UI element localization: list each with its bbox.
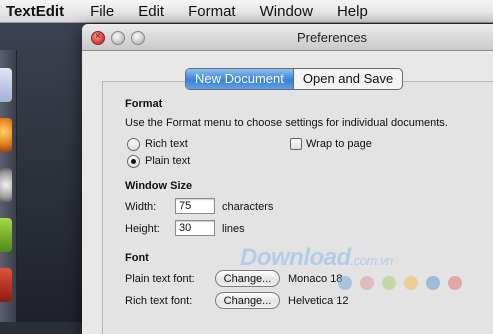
plain-font-value: Monaco 18: [288, 273, 343, 285]
wrap-to-page-checkbox[interactable]: [290, 138, 302, 150]
format-description: Use the Format menu to choose settings f…: [125, 117, 448, 129]
font-heading: Font: [125, 252, 149, 264]
app-dock-icon-green[interactable]: [0, 218, 12, 252]
width-label: Width:: [125, 201, 157, 213]
finder-dock-icon[interactable]: [0, 68, 12, 102]
window-size-heading: Window Size: [125, 180, 193, 192]
file-menu[interactable]: File: [90, 3, 114, 20]
app-menu[interactable]: TextEdit: [6, 3, 64, 20]
watermark-dot: [448, 276, 462, 290]
rich-font-value: Helvetica 12: [288, 295, 349, 307]
app-dock-icon-red[interactable]: [0, 268, 12, 302]
tab-open-and-save[interactable]: Open and Save: [294, 69, 402, 89]
height-unit: lines: [222, 223, 245, 235]
watermark-logo: Download.com.vn: [240, 244, 393, 272]
plain-font-label: Plain text font:: [125, 273, 195, 285]
rich-font-change-button[interactable]: Change...: [215, 292, 280, 309]
title-bar[interactable]: × Preferences: [82, 24, 493, 51]
format-menu[interactable]: Format: [188, 3, 236, 20]
watermark-dot: [404, 276, 418, 290]
watermark-dot: [338, 276, 352, 290]
settings-panel: Format Use the Format menu to choose set…: [102, 81, 493, 334]
rich-text-label[interactable]: Rich text: [145, 138, 188, 150]
rich-text-radio[interactable]: [127, 138, 140, 151]
tab-new-document[interactable]: New Document: [186, 69, 294, 89]
plain-text-label[interactable]: Plain text: [145, 155, 190, 167]
watermark-dot: [426, 276, 440, 290]
preferences-tabs: New Document Open and Save: [185, 68, 404, 90]
dock: [0, 50, 17, 322]
height-label: Height:: [125, 223, 160, 235]
watermark-dot: [382, 276, 396, 290]
clock-dock-icon[interactable]: [0, 168, 12, 202]
watermark-suffix: .com.vn: [350, 253, 394, 268]
height-field[interactable]: 30: [175, 220, 215, 236]
firefox-dock-icon[interactable]: [0, 118, 12, 152]
watermark-dot: [360, 276, 374, 290]
plain-text-radio[interactable]: [127, 155, 140, 168]
rich-font-label: Rich text font:: [125, 295, 193, 307]
format-heading: Format: [125, 98, 163, 110]
help-menu[interactable]: Help: [337, 3, 368, 20]
watermark-text: Download: [240, 244, 351, 271]
window-menu[interactable]: Window: [260, 3, 313, 20]
width-field[interactable]: 75: [175, 198, 215, 214]
plain-font-change-button[interactable]: Change...: [215, 270, 280, 287]
wrap-to-page-label[interactable]: Wrap to page: [306, 138, 372, 150]
window-title: Preferences: [296, 30, 368, 45]
width-unit: characters: [222, 201, 274, 213]
edit-menu[interactable]: Edit: [138, 3, 164, 20]
menu-bar: TextEdit File Edit Format Window Help: [0, 0, 493, 23]
